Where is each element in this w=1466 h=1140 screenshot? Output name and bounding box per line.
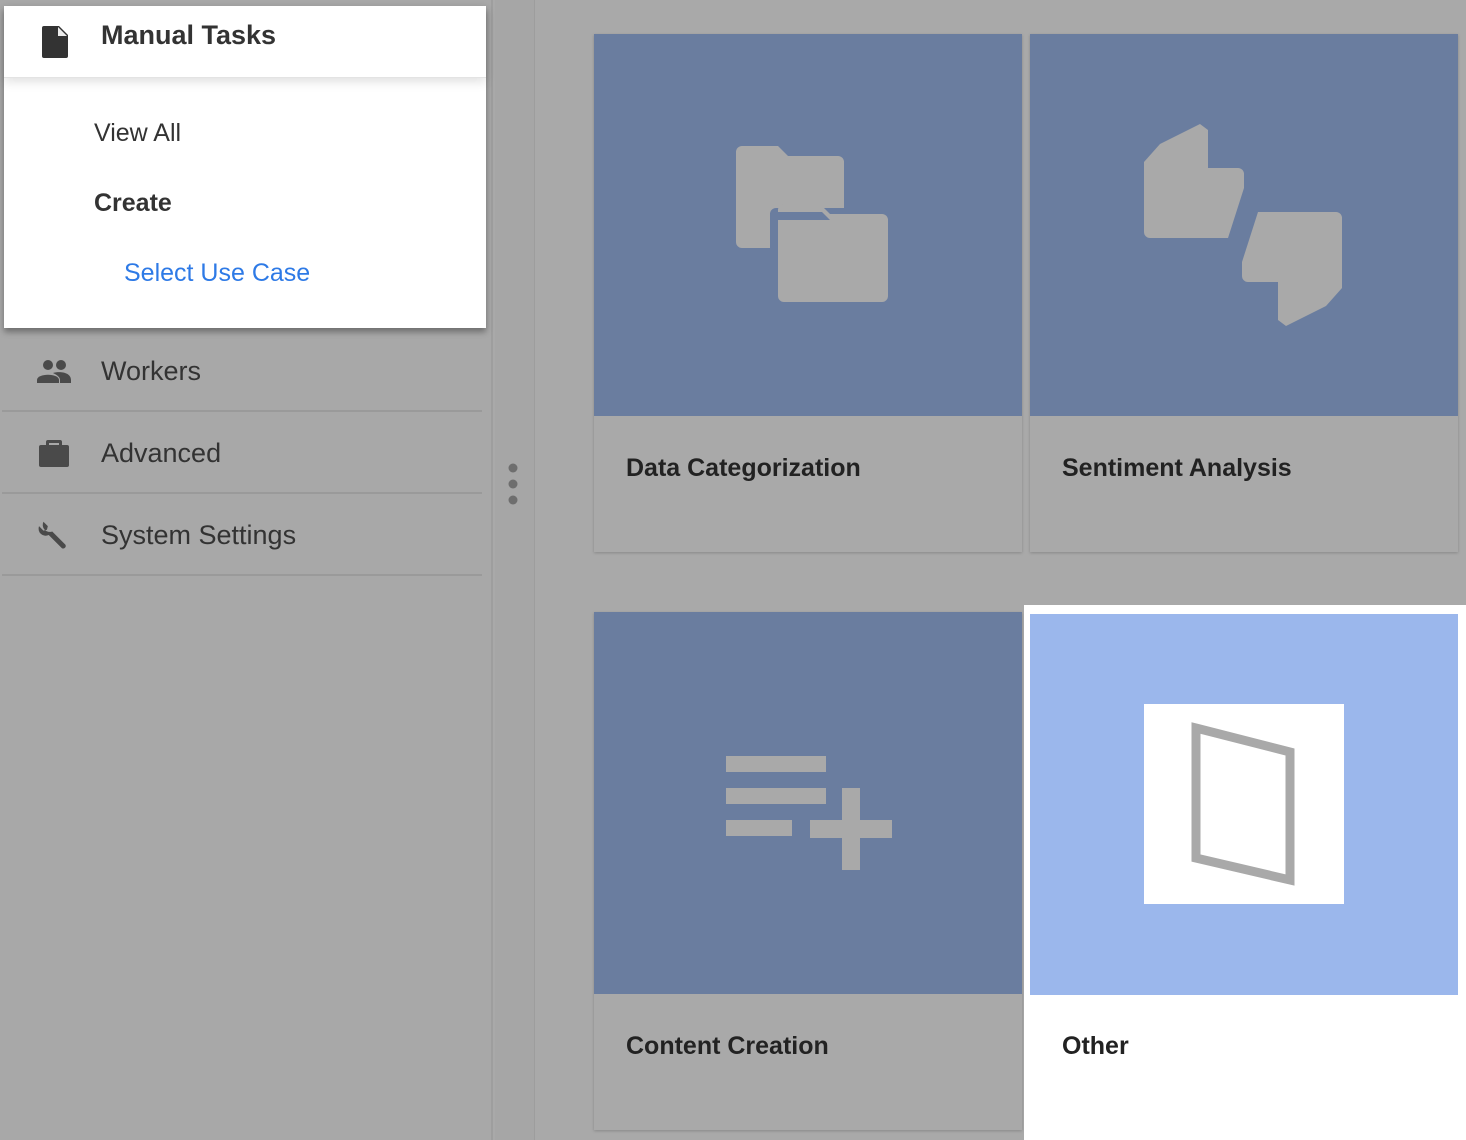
- card-media: [594, 34, 1022, 416]
- sidebar-item-workers[interactable]: Workers: [2, 330, 482, 412]
- use-case-card-data-categorization[interactable]: Data Categorization: [594, 34, 1022, 552]
- thumbs-up-down-icon: [1144, 124, 1342, 326]
- sidebar-item-label: Workers: [101, 356, 202, 386]
- panel-splitter[interactable]: [495, 0, 535, 1140]
- wrench-icon: [38, 521, 66, 549]
- document-icon: [42, 26, 68, 58]
- sidebar-item-label: System Settings: [101, 520, 297, 550]
- card-title: Other: [1062, 1032, 1129, 1060]
- manual-tasks-header[interactable]: Manual Tasks: [4, 6, 486, 78]
- manual-tasks-title: Manual Tasks: [101, 20, 277, 50]
- use-case-card-content-creation[interactable]: Content Creation: [594, 612, 1022, 1130]
- briefcase-icon: [39, 440, 69, 467]
- sidebar-item-system-settings[interactable]: System Settings: [2, 494, 482, 576]
- playlist-add-icon: [726, 756, 892, 870]
- sidebar-item-view-all[interactable]: View All: [94, 119, 181, 148]
- use-case-card-other[interactable]: Other: [1030, 614, 1458, 1130]
- sidebar-item-select-use-case[interactable]: Select Use Case: [124, 259, 310, 288]
- folders-icon: [736, 146, 888, 302]
- card-title: Sentiment Analysis: [1062, 454, 1292, 482]
- card-media: [594, 612, 1022, 994]
- people-icon: [37, 360, 71, 383]
- card-media: [1030, 614, 1458, 995]
- card-media: [1030, 34, 1458, 416]
- sidebar: Manual Tasks View All Create Select Use …: [0, 0, 493, 1140]
- card-title: Data Categorization: [626, 454, 861, 482]
- manual-tasks-menu: Manual Tasks View All Create Select Use …: [4, 6, 486, 328]
- card-title: Content Creation: [626, 1032, 829, 1060]
- placeholder-image-icon: [1144, 704, 1344, 904]
- sidebar-item-label: Advanced: [101, 438, 222, 468]
- sidebar-item-create[interactable]: Create: [94, 189, 172, 218]
- sidebar-item-advanced[interactable]: Advanced: [2, 412, 482, 494]
- more-vertical-icon[interactable]: [507, 462, 519, 506]
- use-case-card-sentiment-analysis[interactable]: Sentiment Analysis: [1030, 34, 1458, 552]
